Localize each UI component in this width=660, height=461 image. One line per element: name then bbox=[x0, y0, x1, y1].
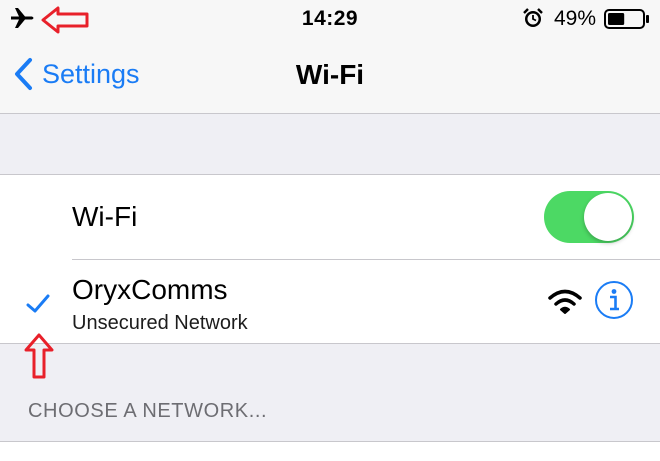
battery-icon bbox=[604, 9, 649, 29]
navigation-bar: Settings Wi-Fi bbox=[0, 38, 660, 114]
up-arrow-annotation bbox=[24, 333, 54, 379]
wifi-label: Wi-Fi bbox=[72, 201, 138, 232]
toggle-knob bbox=[584, 193, 632, 241]
wifi-toggle-row: Wi-Fi bbox=[0, 175, 660, 259]
wifi-settings-group: Wi-Fi OryxComms Unsecured Network bbox=[0, 174, 660, 344]
alarm-icon bbox=[523, 8, 543, 27]
network-list-start bbox=[0, 442, 660, 461]
wifi-signal-icon bbox=[548, 289, 582, 314]
choose-network-header: CHOOSE A NETWORK... bbox=[28, 400, 268, 422]
battery-percent: 49% bbox=[554, 7, 597, 30]
connected-network-row[interactable]: OryxComms Unsecured Network bbox=[0, 260, 660, 343]
status-bar: 14:29 49% bbox=[0, 0, 660, 38]
network-name: OryxComms bbox=[72, 274, 228, 305]
wifi-toggle[interactable] bbox=[544, 191, 634, 243]
info-icon[interactable] bbox=[594, 280, 634, 320]
page-title: Wi-Fi bbox=[295, 59, 365, 90]
checkmark-icon bbox=[26, 294, 50, 313]
network-security-label: Unsecured Network bbox=[72, 312, 248, 334]
